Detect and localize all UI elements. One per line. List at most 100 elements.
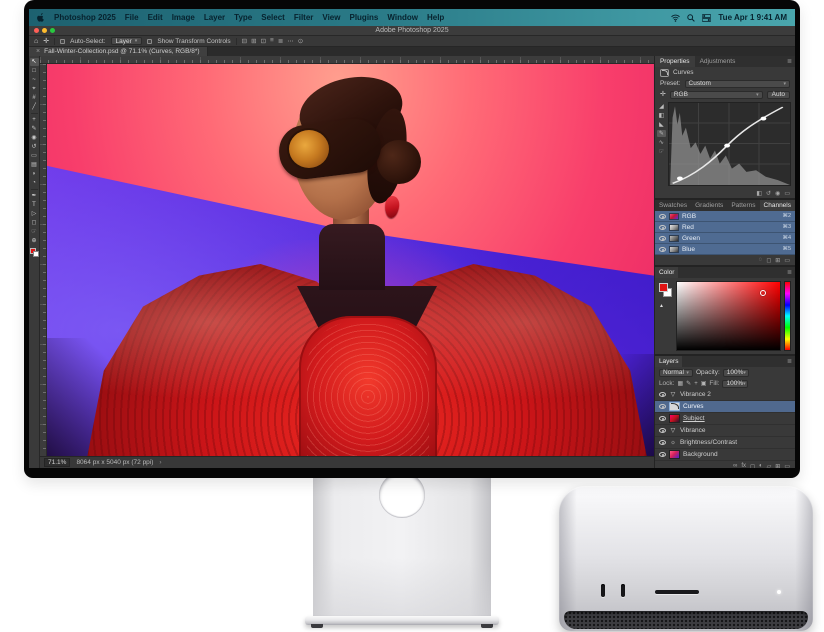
visibility-eye-icon[interactable]: [659, 440, 666, 445]
tab-layers[interactable]: Layers: [655, 356, 683, 367]
tool-gradient[interactable]: ▤: [30, 161, 39, 169]
new-group-icon[interactable]: ▱: [767, 463, 772, 468]
tool-type[interactable]: T: [30, 201, 39, 209]
vertical-ruler[interactable]: [40, 64, 47, 456]
menu-item-photoshop[interactable]: Photoshop 2025: [54, 13, 116, 22]
tool-shape[interactable]: ◻: [30, 219, 39, 227]
visibility-eye-icon[interactable]: [659, 452, 666, 457]
link-layers-icon[interactable]: ∞: [733, 463, 737, 468]
more-options-icon[interactable]: ⋯: [287, 37, 294, 45]
layer-row-subject[interactable]: Subject: [655, 413, 795, 425]
visibility-eye-icon[interactable]: [659, 225, 666, 230]
menu-item-file[interactable]: File: [125, 13, 139, 22]
distribute-h-icon[interactable]: ≣: [278, 37, 283, 45]
tool-history-brush[interactable]: ↺: [30, 143, 39, 151]
tool-clone-stamp[interactable]: ◉: [30, 134, 39, 142]
tool-move[interactable]: ↖: [30, 58, 39, 66]
wifi-icon[interactable]: [671, 14, 680, 22]
gray-point-eyedropper-icon[interactable]: ◧: [659, 112, 665, 119]
panel-menu-icon[interactable]: ≣: [784, 56, 795, 67]
save-selection-icon[interactable]: ◻: [766, 257, 771, 264]
menu-item-plugins[interactable]: Plugins: [349, 13, 378, 22]
menu-item-help[interactable]: Help: [427, 13, 444, 22]
curve-pencil-icon[interactable]: ✎: [657, 130, 666, 137]
home-icon[interactable]: ⌂: [34, 38, 38, 45]
toggle-visibility-icon[interactable]: ◉: [775, 190, 780, 197]
channel-row-rgb[interactable]: RGB ⌘2: [655, 211, 795, 222]
targeted-adjustment-icon[interactable]: ☞: [659, 148, 664, 155]
lock-artboard-icon[interactable]: ▣: [701, 380, 707, 387]
tool-path-selection[interactable]: ▷: [30, 210, 39, 218]
tab-properties[interactable]: Properties: [655, 56, 695, 67]
delete-layer-icon[interactable]: ▭: [784, 463, 790, 468]
foreground-background-swatches[interactable]: [30, 248, 39, 257]
layer-row-vibrance[interactable]: ▽ Vibrance: [655, 425, 795, 437]
tab-patterns[interactable]: Patterns: [727, 200, 759, 211]
lock-position-icon[interactable]: +: [694, 381, 698, 387]
layer-row-background[interactable]: Background: [655, 449, 795, 461]
zoom-level-field[interactable]: 71.1%: [44, 458, 70, 467]
foreground-color-swatch[interactable]: [659, 283, 668, 292]
close-document-icon[interactable]: ×: [36, 48, 40, 55]
visibility-eye-icon[interactable]: [659, 428, 666, 433]
new-layer-icon[interactable]: ⊞: [775, 463, 780, 468]
tool-pen[interactable]: ✒: [30, 192, 39, 200]
menu-item-select[interactable]: Select: [261, 13, 285, 22]
curve-line[interactable]: [669, 103, 790, 185]
tool-eyedropper[interactable]: ╱: [30, 103, 39, 111]
tool-blur[interactable]: ◗: [30, 170, 39, 178]
align-options-icon[interactable]: ⊙: [298, 37, 303, 45]
tool-brush[interactable]: ✎: [30, 125, 39, 133]
white-point-eyedropper-icon[interactable]: ◣: [659, 121, 664, 128]
document-tab[interactable]: × Fall-Winter-Collection.psd @ 71.1% (Cu…: [29, 47, 208, 56]
layer-effects-icon[interactable]: fx: [741, 463, 746, 468]
visibility-eye-icon[interactable]: [659, 392, 666, 397]
background-color-swatch[interactable]: [33, 251, 39, 257]
layer-row-vibrance-2[interactable]: ▽ Vibrance 2: [655, 389, 795, 401]
new-adjustment-icon[interactable]: ◐: [759, 463, 763, 468]
align-right-icon[interactable]: ⊡: [261, 37, 266, 45]
show-transform-checkbox[interactable]: [147, 39, 152, 44]
fill-dropdown[interactable]: 100%▾: [722, 380, 748, 388]
channel-row-blue[interactable]: Blue ⌘5: [655, 244, 795, 255]
channel-dropdown[interactable]: RGB▾: [670, 91, 763, 99]
visibility-eye-icon[interactable]: [659, 214, 666, 219]
tool-eraser[interactable]: ▭: [30, 152, 39, 160]
tab-channels[interactable]: Channels: [760, 200, 795, 211]
layer-row-curves[interactable]: Curves: [655, 401, 795, 413]
hue-slider[interactable]: [784, 281, 791, 351]
tab-gradients[interactable]: Gradients: [691, 200, 727, 211]
visibility-eye-icon[interactable]: [659, 404, 666, 409]
tab-adjustments[interactable]: Adjustments: [695, 56, 741, 67]
clip-to-layer-icon[interactable]: ◧: [756, 190, 762, 197]
canvas-image[interactable]: [47, 64, 654, 456]
horizontal-ruler[interactable]: [40, 56, 654, 64]
opacity-dropdown[interactable]: 100%▾: [723, 369, 749, 377]
visibility-eye-icon[interactable]: [659, 236, 666, 241]
channel-row-red[interactable]: Red ⌘3: [655, 222, 795, 233]
auto-button[interactable]: Auto: [767, 91, 790, 99]
add-mask-icon[interactable]: ◻: [750, 463, 755, 468]
search-icon[interactable]: [687, 14, 695, 22]
menu-item-type[interactable]: Type: [234, 13, 252, 22]
tab-swatches[interactable]: Swatches: [655, 200, 691, 211]
auto-select-checkbox[interactable]: [60, 39, 65, 44]
tool-crop[interactable]: #: [30, 94, 39, 102]
new-channel-icon[interactable]: ⊞: [775, 257, 780, 264]
menu-item-edit[interactable]: Edit: [148, 13, 163, 22]
curves-graph[interactable]: [668, 102, 791, 186]
align-left-icon[interactable]: ⊟: [242, 37, 247, 45]
delete-channel-icon[interactable]: ▭: [784, 257, 790, 264]
tool-lasso[interactable]: ~: [30, 76, 39, 84]
align-center-icon[interactable]: ⊞: [251, 37, 256, 45]
visibility-eye-icon[interactable]: [659, 247, 666, 252]
channel-row-green[interactable]: Green ⌘4: [655, 233, 795, 244]
menu-bar-clock[interactable]: Tue Apr 1 9:41 AM: [718, 13, 787, 22]
tool-hand[interactable]: ☞: [30, 228, 39, 236]
layer-row-brightness-contrast[interactable]: ☼ Brightness/Contrast: [655, 437, 795, 449]
reset-adjustment-icon[interactable]: ↺: [766, 190, 771, 197]
color-picker-ring[interactable]: [760, 290, 766, 296]
tool-quick-selection[interactable]: ⌖: [30, 85, 39, 93]
saturation-brightness-field[interactable]: [676, 281, 781, 351]
menu-item-image[interactable]: Image: [172, 13, 195, 22]
